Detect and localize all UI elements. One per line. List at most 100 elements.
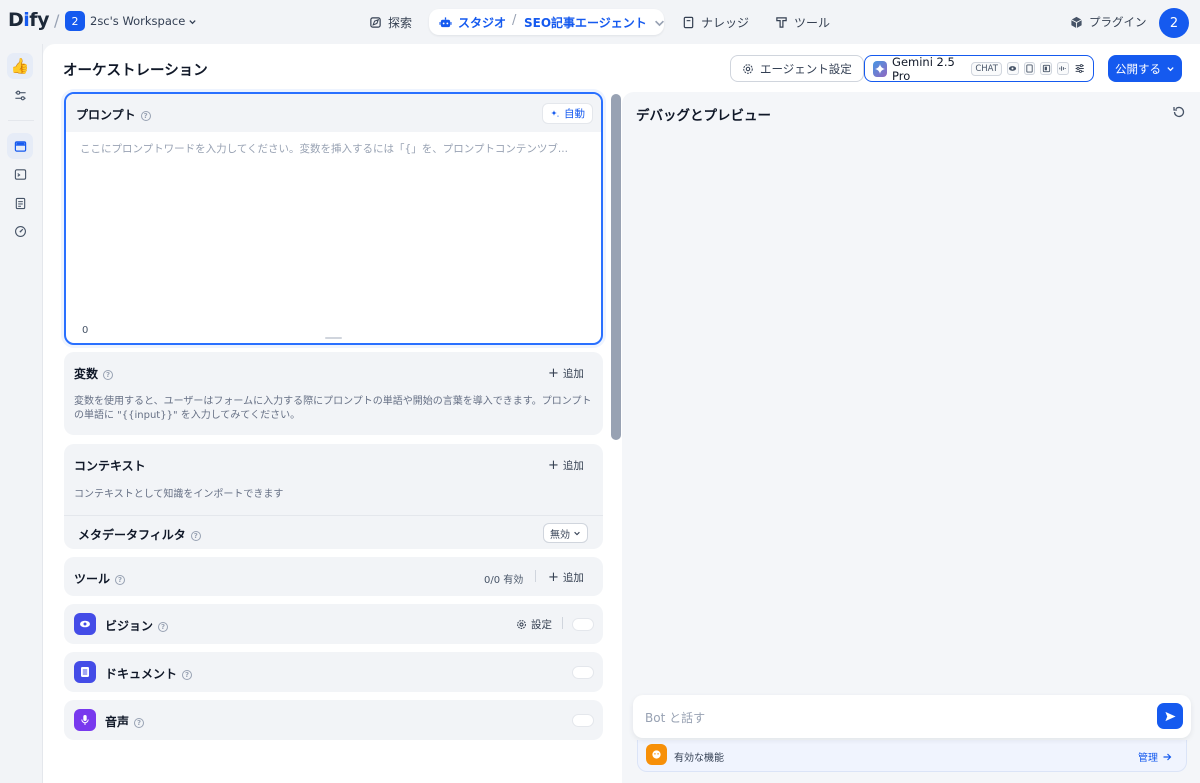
model-params-icon[interactable] (1074, 62, 1085, 75)
agent-settings-button[interactable]: エージェント設定 (730, 55, 864, 82)
context-divider (64, 515, 603, 516)
add-tool-button[interactable]: + 追加 (548, 570, 584, 585)
workspace-switcher[interactable]: 2sc's Workspace (90, 14, 197, 28)
gear-icon (743, 63, 753, 74)
vision-card: ビジョン? 設定 (64, 604, 603, 644)
help-icon[interactable]: ? (182, 669, 193, 680)
prompt-editor-card: プロンプト? 自動 ここにプロンプトワードを入力してください。変数を挿入するには… (64, 92, 603, 345)
audio-card: 音声? (64, 700, 603, 740)
prompt-char-count: 0 (82, 325, 89, 336)
sidebar-item-settings[interactable] (7, 82, 33, 108)
arrow-right-icon (1163, 753, 1172, 760)
nav-tools[interactable]: ツール (775, 14, 830, 31)
prompt-textarea[interactable]: ここにプロンプトワードを入力してください。変数を挿入するには「{」を、プロンプト… (80, 141, 590, 156)
plugins-button[interactable]: プラグイン (1070, 14, 1147, 30)
nav-explore[interactable]: 探索 (369, 14, 412, 31)
vision-divider (562, 617, 563, 629)
help-icon[interactable]: ? (115, 574, 126, 585)
add-variable-button[interactable]: + 追加 (548, 366, 584, 381)
model-mode-badge: CHAT (971, 61, 1003, 76)
audio-title-row: 音声? (105, 713, 145, 730)
model-selector[interactable]: Gemini 2.5 Pro CHAT (864, 54, 1094, 83)
manage-features-button[interactable]: 管理 (1138, 749, 1172, 764)
plus-icon: + (548, 570, 559, 585)
nav-knowledge[interactable]: ナレッジ (682, 14, 749, 31)
gauge-icon (14, 225, 26, 237)
audio-capability-icon (1056, 62, 1069, 75)
gear-icon (517, 620, 526, 629)
variables-description: 変数を使用すると、ユーザーはフォームに入力する際にプロンプトの単語や開始の言葉を… (74, 396, 592, 421)
user-avatar[interactable]: 2 (1159, 8, 1189, 38)
help-icon[interactable]: ? (158, 621, 169, 632)
metadata-filter-label: メタデータフィルタ (78, 528, 186, 542)
chevron-down-icon (189, 19, 196, 24)
vision-settings-button[interactable]: 設定 (516, 617, 552, 632)
help-icon[interactable]: ? (134, 717, 145, 728)
features-icon (646, 744, 667, 765)
sidebar-item-api[interactable] (7, 161, 33, 187)
chevron-down-icon (574, 531, 580, 536)
vision-toggle[interactable] (572, 618, 594, 631)
variables-title-row: 変数? (74, 365, 114, 382)
app-switcher[interactable]: SEO記事エージェント (524, 14, 666, 31)
enabled-features-bar: 有効な機能 管理 (637, 740, 1187, 772)
document-toggle[interactable] (572, 666, 594, 679)
workspace-badge[interactable]: 2 (65, 11, 85, 31)
debug-title: デバッグとプレビュー (636, 108, 771, 124)
cube-icon (1071, 16, 1082, 28)
document-title-row: ドキュメント? (105, 665, 193, 682)
tools-title: ツール (74, 572, 111, 586)
add-context-label: 追加 (562, 460, 584, 472)
document-label: ドキュメント (105, 667, 178, 681)
vision-capability-icon (1007, 62, 1019, 75)
chat-input[interactable]: Bot と話す (645, 709, 705, 726)
tools-title-row: ツール? (74, 570, 126, 587)
prompt-header: プロンプト? 自動 (66, 94, 601, 132)
send-icon (1164, 711, 1176, 721)
gemini-icon (873, 60, 888, 77)
chevron-down-icon (654, 20, 664, 27)
document-card: ドキュメント? (64, 652, 603, 692)
sparkle-icon (551, 109, 559, 117)
prompt-title-row: プロンプト? (76, 106, 151, 123)
dify-logo[interactable]: Dify (8, 9, 49, 31)
app-icon[interactable]: 👍 (7, 53, 33, 79)
help-icon[interactable]: ? (190, 530, 201, 541)
enabled-features-label: 有効な機能 (674, 753, 724, 764)
app-name: SEO記事エージェント (524, 16, 647, 30)
nav-explore-label: 探索 (388, 16, 413, 30)
add-context-button[interactable]: + 追加 (548, 458, 584, 473)
metadata-filter-select[interactable]: 無効 (543, 523, 588, 543)
context-description: コンテキストとして知識をインポートできます (74, 489, 284, 500)
add-variable-label: 追加 (562, 368, 584, 380)
publish-label: 公開する (1115, 61, 1161, 76)
metadata-filter-title-row: メタデータフィルタ? (78, 526, 201, 543)
resize-handle[interactable] (325, 337, 342, 339)
help-icon[interactable]: ? (103, 369, 114, 380)
model-name: Gemini 2.5 Pro (892, 54, 955, 83)
sidebar-item-logs[interactable] (7, 190, 33, 216)
prompt-title: プロンプト (76, 108, 136, 122)
variables-card: 変数? + 追加 変数を使用すると、ユーザーはフォームに入力する際にプロンプトの… (64, 352, 603, 435)
nav-knowledge-label: ナレッジ (701, 16, 750, 30)
restart-button[interactable] (1172, 105, 1186, 122)
publish-button[interactable]: 公開する (1108, 55, 1182, 82)
breadcrumb-separator: / (54, 11, 60, 30)
thumbs-up-icon: 👍 (10, 57, 30, 75)
nav-studio[interactable]: スタジオ (439, 14, 506, 31)
orchestration-scrollbar[interactable] (611, 94, 621, 440)
document-icon (74, 661, 96, 683)
sidebar-item-orchestrate[interactable] (7, 133, 33, 159)
send-button[interactable] (1157, 703, 1183, 729)
workspace-name: 2sc's Workspace (90, 14, 186, 28)
vision-icon (74, 613, 96, 635)
sidebar-item-monitoring[interactable] (7, 218, 33, 244)
help-icon[interactable]: ? (140, 110, 151, 121)
auto-generate-button[interactable]: 自動 (542, 103, 593, 124)
sliders-icon (14, 90, 26, 100)
debug-preview-panel: デバッグとプレビュー (622, 92, 1200, 783)
vision-label: ビジョン (105, 619, 154, 633)
robot-icon (439, 17, 452, 28)
page-title: オーケストレーション (63, 63, 208, 79)
audio-toggle[interactable] (572, 714, 594, 727)
